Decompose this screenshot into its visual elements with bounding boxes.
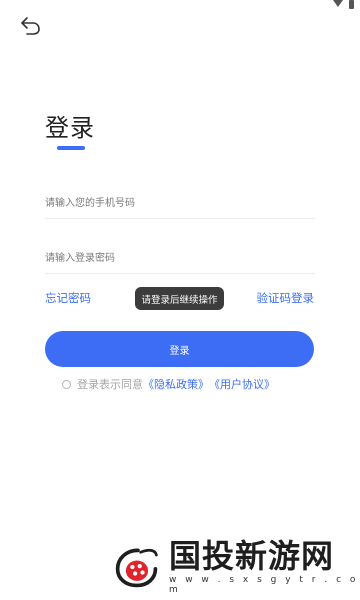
- login-button[interactable]: 登录: [45, 331, 314, 367]
- privacy-policy-link[interactable]: 《隐私政策》: [143, 376, 209, 392]
- back-button[interactable]: [18, 14, 44, 38]
- status-bar-icons: [333, 0, 354, 10]
- battery-icon: [349, 0, 354, 9]
- watermark-name: 国投新游网: [168, 537, 334, 575]
- watermark-url: w w w . s x s g y t r . c o m: [168, 575, 359, 595]
- phone-field[interactable]: [45, 188, 315, 219]
- sms-login-link[interactable]: 验证码登录: [257, 290, 315, 306]
- watermark-logo-icon: [115, 548, 158, 587]
- toast-message: 请登录后继续操作: [135, 287, 224, 310]
- back-arrow-icon: [21, 17, 40, 35]
- agreement-prefix: 登录表示同意: [77, 378, 143, 391]
- page-title: 登录: [45, 114, 95, 142]
- forgot-password-link[interactable]: 忘记密码: [45, 290, 91, 306]
- title-underline: [57, 146, 85, 150]
- watermark: 国投新游网 w w w . s x s g y t r . c o m: [113, 538, 360, 595]
- agreement-row: 登录表示同意 《隐私政策》 《用户协议》: [62, 376, 275, 392]
- agreement-radio[interactable]: [62, 379, 71, 389]
- wifi-icon: [333, 0, 343, 7]
- phone-input[interactable]: [45, 188, 315, 218]
- password-field[interactable]: [45, 243, 315, 274]
- user-agreement-link[interactable]: 《用户协议》: [209, 376, 275, 392]
- password-input[interactable]: [45, 243, 315, 273]
